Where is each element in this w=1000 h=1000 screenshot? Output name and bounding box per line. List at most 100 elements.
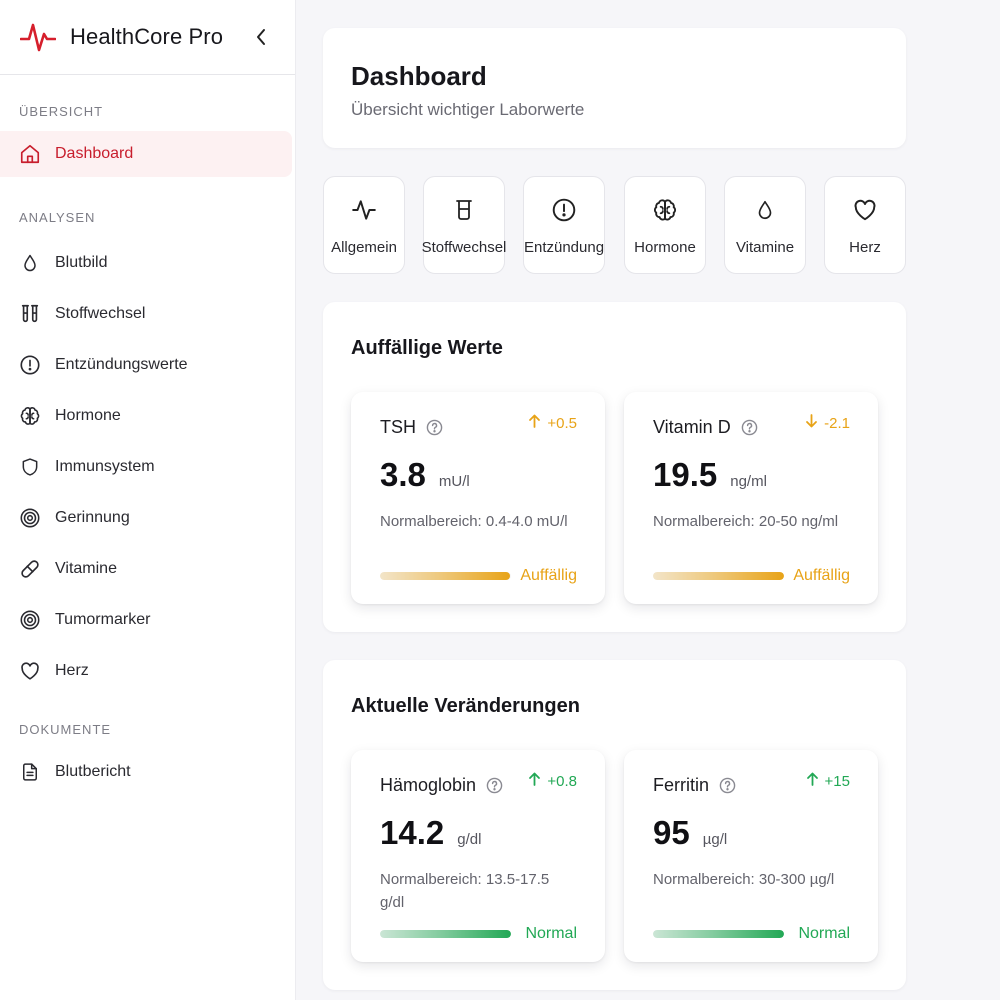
sidebar-item-blutbild[interactable]: Blutbild bbox=[0, 237, 294, 288]
help-icon[interactable] bbox=[486, 777, 503, 794]
metric-status: Normal bbox=[525, 925, 577, 942]
category-label: Herz bbox=[849, 239, 881, 256]
sidebar-item-label: Stoffwechsel bbox=[55, 304, 146, 322]
category-bar: Allgemein Stoffwechsel Entzündung Hormon… bbox=[323, 176, 906, 274]
help-icon[interactable] bbox=[426, 419, 443, 436]
sidebar-item-label: Vitamine bbox=[55, 559, 117, 577]
category-entzuendung[interactable]: Entzündung bbox=[523, 176, 605, 274]
sidebar-item-vitamine[interactable]: Vitamine bbox=[0, 543, 294, 594]
metric-level-bar bbox=[653, 930, 784, 938]
heart-icon bbox=[852, 197, 878, 223]
sidebar-item-tumormarker[interactable]: Tumormarker bbox=[0, 594, 294, 645]
metric-unit: ng/ml bbox=[730, 473, 767, 490]
category-herz[interactable]: Herz bbox=[824, 176, 906, 274]
collapse-sidebar-chevron-icon[interactable] bbox=[252, 26, 270, 48]
metric-name: Ferritin bbox=[653, 774, 710, 795]
category-hormone[interactable]: Hormone bbox=[624, 176, 706, 274]
target-icon bbox=[19, 507, 41, 529]
section-title: Aktuelle Veränderungen bbox=[351, 695, 580, 717]
metric-level-fill bbox=[653, 930, 784, 938]
pill-icon bbox=[19, 558, 41, 580]
metric-unit: µg/l bbox=[702, 831, 728, 848]
sidebar-item-label: Immunsystem bbox=[55, 457, 155, 475]
nav-section-label: ANALYSEN bbox=[19, 210, 96, 225]
page-subtitle: Übersicht wichtiger Laborwerte bbox=[351, 100, 585, 119]
help-icon[interactable] bbox=[741, 419, 758, 436]
metric-delta: +0.5 bbox=[528, 414, 577, 432]
brand: HealthCore Pro bbox=[0, 0, 295, 75]
target-icon bbox=[19, 609, 41, 631]
category-label: Stoffwechsel bbox=[421, 239, 507, 256]
metric-delta-value: +0.8 bbox=[547, 772, 577, 790]
metric-normal-range: Normalbereich: 13.5-17.5 g/dl bbox=[380, 871, 550, 911]
help-icon[interactable] bbox=[719, 777, 736, 794]
arrow-up-icon bbox=[806, 772, 819, 790]
metric-unit: mU/l bbox=[438, 473, 470, 490]
activity-icon bbox=[351, 197, 377, 223]
sidebar-item-blutbericht[interactable]: Blutbericht bbox=[0, 749, 294, 795]
metric-level-fill bbox=[380, 572, 510, 580]
category-allgemein[interactable]: Allgemein bbox=[323, 176, 405, 274]
metric-delta: +0.8 bbox=[528, 772, 577, 790]
sidebar-item-dashboard[interactable]: Dashboard bbox=[0, 131, 292, 177]
category-vitamine[interactable]: Vitamine bbox=[724, 176, 806, 274]
category-label: Allgemein bbox=[331, 239, 397, 256]
metric-level-fill bbox=[653, 572, 784, 580]
category-stoffwechsel[interactable]: Stoffwechsel bbox=[421, 176, 507, 274]
metric-delta: -2.1 bbox=[805, 414, 850, 432]
heartbeat-logo-icon bbox=[20, 19, 56, 55]
metric-delta-value: +15 bbox=[824, 772, 850, 790]
sidebar-item-label: Dashboard bbox=[55, 145, 134, 162]
metric-name: TSH bbox=[380, 416, 416, 437]
metric-card[interactable]: TSH +0.5 3.8 mU/l Normalbereich: 0.4-4.0… bbox=[351, 392, 605, 604]
drop-icon bbox=[19, 252, 41, 274]
sidebar-item-label: Gerinnung bbox=[55, 508, 130, 526]
metric-card[interactable]: Ferritin +15 95 µg/l Normalbereich: 30-3… bbox=[624, 750, 878, 962]
category-label: Hormone bbox=[634, 239, 696, 256]
arrow-up-icon bbox=[528, 414, 541, 432]
page-header: Dashboard Übersicht wichtiger Laborwerte bbox=[323, 28, 906, 148]
sidebar-item-label: Blutbericht bbox=[55, 763, 131, 780]
metric-card[interactable]: Hämoglobin +0.8 14.2 g/dl Normalbereich:… bbox=[351, 750, 605, 962]
metric-delta-value: -2.1 bbox=[824, 414, 850, 432]
sidebar-item-label: Herz bbox=[55, 661, 89, 679]
test-tubes-icon bbox=[19, 303, 41, 325]
sidebar-item-stoffwechsel[interactable]: Stoffwechsel bbox=[0, 288, 294, 339]
metric-level-bar bbox=[653, 572, 784, 580]
sidebar-item-entzuendungswerte[interactable]: Entzündungswerte bbox=[0, 339, 294, 390]
beaker-icon bbox=[451, 197, 477, 223]
section-title: Auffällige Werte bbox=[351, 337, 503, 359]
nav-section-label: ÜBERSICHT bbox=[19, 104, 104, 119]
arrow-up-icon bbox=[528, 772, 541, 790]
metric-delta-value: +0.5 bbox=[547, 414, 577, 432]
metric-card[interactable]: Vitamin D -2.1 19.5 ng/ml Normalbereich:… bbox=[624, 392, 878, 604]
section-auffaellige-werte: Auffällige Werte TSH +0.5 3.8 mU/l Norma… bbox=[323, 302, 906, 632]
page-title: Dashboard bbox=[351, 61, 487, 91]
sidebar-item-label: Hormone bbox=[55, 406, 121, 424]
metric-unit: g/dl bbox=[457, 831, 482, 848]
app-name: HealthCore Pro bbox=[70, 24, 224, 49]
sidebar: HealthCore Pro ÜBERSICHT Dashboard ANALY… bbox=[0, 0, 296, 1000]
sidebar-item-herz[interactable]: Herz bbox=[0, 645, 294, 696]
sidebar-item-hormone[interactable]: Hormone bbox=[0, 390, 294, 441]
category-label: Vitamine bbox=[735, 239, 795, 256]
heart-icon bbox=[19, 660, 41, 682]
section-aktuelle-veraenderungen: Aktuelle Veränderungen Hämoglobin +0.8 1… bbox=[323, 660, 906, 990]
sidebar-item-gerinnung[interactable]: Gerinnung bbox=[0, 492, 294, 543]
sidebar-item-label: Blutbild bbox=[55, 253, 108, 271]
metric-name: Hämoglobin bbox=[380, 774, 477, 795]
brain-icon bbox=[19, 405, 41, 427]
metric-value: 19.5 bbox=[653, 456, 718, 493]
alert-circle-icon bbox=[551, 197, 577, 223]
metric-level-fill bbox=[380, 930, 511, 938]
metric-status: Normal bbox=[798, 925, 850, 942]
drop-icon bbox=[752, 197, 778, 223]
sidebar-item-immunsystem[interactable]: Immunsystem bbox=[0, 441, 294, 492]
metric-normal-range: Normalbereich: 30-300 µg/l bbox=[653, 871, 835, 888]
alert-circle-icon bbox=[19, 354, 41, 376]
metric-value: 3.8 bbox=[380, 456, 426, 493]
nav-section-label: DOKUMENTE bbox=[19, 722, 112, 737]
metric-value: 14.2 bbox=[380, 814, 445, 851]
metric-level-bar bbox=[380, 572, 511, 580]
sidebar-item-label: Tumormarker bbox=[55, 610, 151, 628]
